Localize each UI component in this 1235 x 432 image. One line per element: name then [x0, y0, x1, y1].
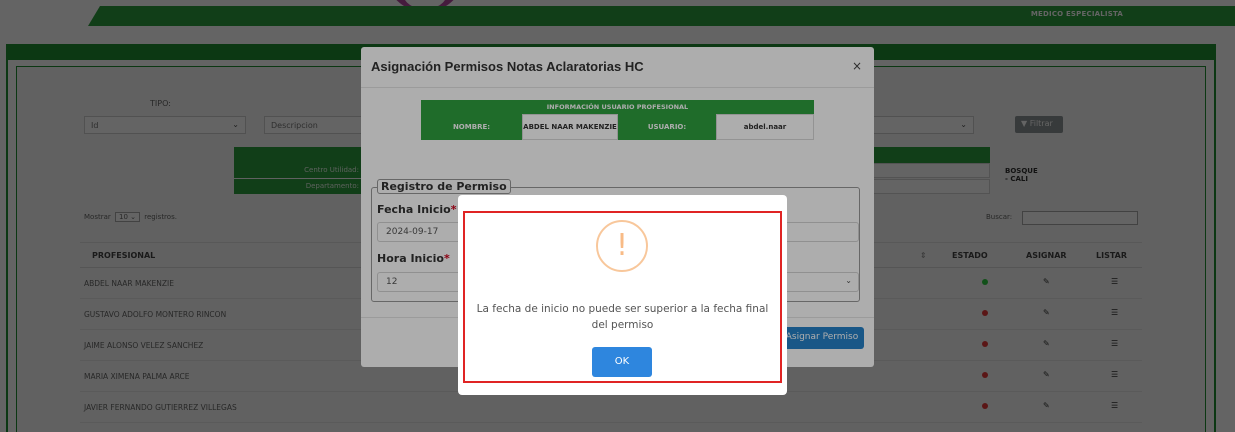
ok-button[interactable]: OK [592, 347, 652, 377]
warning-icon: ! [596, 220, 648, 272]
alert-message: La fecha de inicio no puede ser superior… [476, 303, 769, 331]
alert-dialog: ! La fecha de inicio no puede ser superi… [458, 195, 787, 395]
